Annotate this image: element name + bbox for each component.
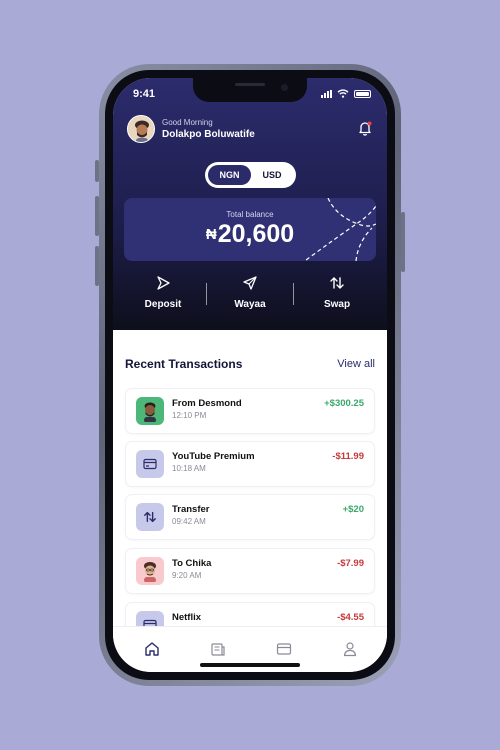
contact-avatar — [136, 397, 164, 425]
currency-toggle: NGN USD — [205, 162, 296, 188]
view-all-link[interactable]: View all — [337, 358, 375, 370]
tab-cards[interactable] — [272, 637, 296, 661]
tab-profile[interactable] — [338, 637, 362, 661]
swap-icon — [136, 503, 164, 531]
deposit-icon — [157, 276, 170, 290]
transaction-name: Transfer — [172, 504, 210, 515]
tab-home[interactable] — [140, 637, 164, 661]
swap-icon — [330, 277, 344, 289]
transaction-amount: -$7.99 — [337, 558, 364, 569]
transaction-item[interactable]: YouTube Premium 10:18 AM -$11.99 — [125, 441, 375, 487]
mute-switch — [95, 160, 99, 182]
balance-amount: ₦20,600 — [124, 220, 376, 249]
balance-label: Total balance — [226, 210, 274, 219]
deposit-label: Deposit — [144, 299, 182, 310]
contact-avatar — [136, 557, 164, 585]
volume-up-button — [95, 196, 99, 236]
balance-value: 20,600 — [217, 220, 295, 248]
transaction-time: 10:18 AM — [172, 464, 206, 473]
transaction-amount: +$20 — [342, 504, 364, 515]
transaction-name: To Chika — [172, 558, 212, 569]
currency-option-ngn[interactable]: NGN — [208, 165, 251, 185]
transaction-amount: +$300.25 — [324, 398, 364, 409]
user-avatar[interactable] — [127, 115, 155, 143]
transaction-time: 12:10 PM — [172, 411, 207, 420]
divider — [206, 283, 207, 305]
profile-icon — [343, 642, 357, 657]
transaction-amount: -$4.55 — [337, 612, 364, 623]
notch — [193, 78, 307, 102]
quick-actions: Deposit Wayaa Swap — [113, 272, 387, 318]
power-button — [401, 212, 405, 272]
swap-button[interactable]: Swap — [300, 272, 374, 310]
transaction-item[interactable]: Transfer 09:42 AM +$20 — [125, 494, 375, 540]
bell-icon[interactable] — [357, 120, 373, 136]
battery-icon — [354, 89, 371, 98]
status-time: 9:41 — [133, 88, 156, 100]
greeting-text: Good Morning — [162, 118, 213, 127]
divider — [293, 283, 294, 305]
tab-transactions[interactable] — [206, 637, 230, 661]
home-icon — [145, 642, 159, 656]
balance-card: Total balance ₦20,600 — [124, 198, 376, 261]
user-name: Dolakpo Boluwatife — [162, 129, 255, 140]
receipt-icon — [211, 643, 225, 656]
status-icons — [321, 89, 371, 98]
transaction-name: From Desmond — [172, 398, 242, 409]
wifi-icon — [337, 89, 349, 98]
recent-transactions-title: Recent Transactions — [125, 357, 243, 371]
wallet-header: 9:41 Good Morning Dolakpo Boluwatife NGN… — [113, 78, 387, 330]
transaction-name: YouTube Premium — [172, 451, 255, 462]
transaction-time: 09:42 AM — [172, 517, 206, 526]
wayaa-button[interactable]: Wayaa — [213, 272, 287, 310]
transaction-name: Netflix — [172, 612, 202, 623]
transaction-amount: -$11.99 — [332, 451, 364, 462]
app-screen: 9:41 Good Morning Dolakpo Boluwatife NGN… — [113, 78, 387, 672]
volume-down-button — [95, 246, 99, 286]
swap-label: Swap — [323, 299, 351, 310]
card-icon — [276, 643, 292, 655]
transaction-time: 9:20 AM — [172, 571, 202, 580]
currency-option-usd[interactable]: USD — [251, 165, 293, 185]
transaction-item[interactable]: From Desmond 12:10 PM +$300.25 — [125, 388, 375, 434]
signal-icon — [321, 89, 332, 98]
transaction-item[interactable]: To Chika 9:20 AM -$7.99 — [125, 548, 375, 594]
send-icon — [243, 276, 257, 290]
wayaa-label: Wayaa — [234, 299, 266, 310]
card-icon — [136, 450, 164, 478]
deposit-button[interactable]: Deposit — [126, 272, 200, 310]
currency-symbol: ₦ — [205, 226, 217, 243]
home-indicator — [200, 663, 300, 667]
